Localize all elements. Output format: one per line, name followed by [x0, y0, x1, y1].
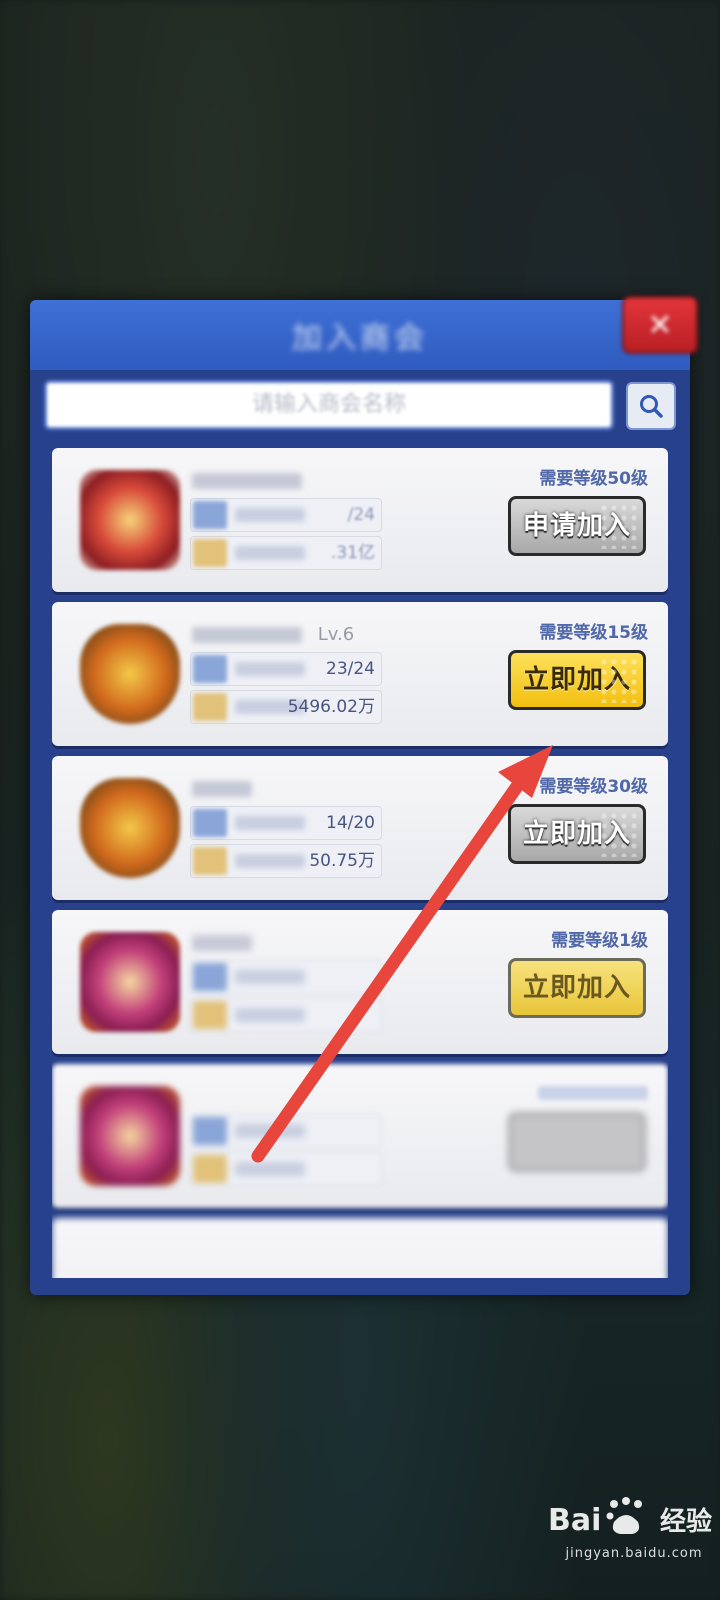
coin-badge-icon — [193, 1001, 227, 1029]
search-input[interactable]: 请输入商会名称 — [44, 380, 614, 430]
member-count: 23/24 — [190, 652, 382, 686]
join-guild-dialog: 加入商会 请输入商会名称 /24 .31亿 需要等级50级 申请加入 Lv.6 … — [30, 300, 690, 1295]
guild-name-line: Lv.6 — [192, 622, 392, 648]
search-icon — [640, 395, 663, 418]
member-badge-icon — [193, 501, 227, 529]
baidu-logo: Bai 经验 — [548, 1497, 712, 1538]
guild-name-line — [192, 468, 392, 494]
member-count — [190, 1114, 382, 1148]
join-now-button[interactable]: 立即加入 — [508, 804, 646, 864]
guild-card: Lv.6 23/24 5496.02万 需要等级15级 立即加入 — [52, 602, 668, 746]
guild-emblem — [80, 624, 180, 724]
guild-info: Lv.6 23/24 5496.02万 — [190, 622, 400, 732]
guild-name — [192, 473, 302, 489]
guild-assets: 50.75万 — [190, 844, 382, 878]
close-button[interactable]: ✕ — [622, 296, 698, 354]
join-now-button[interactable]: 立即加入 — [508, 958, 646, 1018]
guild-emblem — [80, 778, 180, 878]
search-button[interactable] — [626, 382, 676, 430]
level-requirement — [538, 1086, 648, 1100]
baidu-jingyan-watermark: Bai 经验 jingyan.baidu.com — [548, 1492, 720, 1578]
close-icon: ✕ — [647, 307, 673, 343]
level-requirement: 需要等级50级 — [539, 469, 648, 489]
guild-assets — [190, 998, 382, 1032]
guild-card: /24 .31亿 需要等级50级 申请加入 — [52, 448, 668, 592]
apply-join-button[interactable]: 申请加入 — [508, 496, 646, 556]
search-row: 请输入商会名称 — [44, 380, 676, 440]
guild-level: Lv.6 — [317, 624, 355, 645]
guild-list[interactable]: /24 .31亿 需要等级50级 申请加入 Lv.6 23/24 5496.02… — [52, 448, 668, 1278]
member-badge-icon — [193, 655, 227, 683]
guild-info — [190, 1084, 400, 1194]
guild-emblem — [80, 1086, 180, 1186]
guild-card: 14/20 50.75万 需要等级30级 立即加入 — [52, 756, 668, 900]
coin-badge-icon — [193, 693, 227, 721]
guild-name — [192, 935, 252, 951]
guild-card: 需要等级1级 立即加入 — [52, 910, 668, 1054]
dialog-header: 加入商会 — [30, 300, 690, 370]
guild-card — [52, 1064, 668, 1208]
guild-emblem — [80, 932, 180, 1032]
guild-info — [190, 930, 400, 1040]
member-count — [190, 960, 382, 994]
member-count: /24 — [190, 498, 382, 532]
coin-badge-icon — [193, 847, 227, 875]
join-now-button[interactable]: 立即加入 — [508, 650, 646, 710]
guild-assets — [190, 1152, 382, 1186]
guild-name-line — [192, 930, 392, 956]
guild-info: 14/20 50.75万 — [190, 776, 400, 886]
guild-card — [52, 1218, 668, 1278]
guild-name — [192, 781, 252, 797]
level-requirement: 需要等级15级 — [539, 623, 648, 643]
member-badge-icon — [193, 1117, 227, 1145]
level-requirement: 需要等级30级 — [539, 777, 648, 797]
coin-badge-icon — [193, 539, 227, 567]
guild-assets: .31亿 — [190, 536, 382, 570]
guild-info: /24 .31亿 — [190, 468, 400, 578]
level-requirement: 需要等级1级 — [551, 931, 648, 951]
member-badge-icon — [193, 809, 227, 837]
svg-text:Bai: Bai — [548, 1503, 601, 1538]
coin-badge-icon — [193, 1155, 227, 1183]
watermark-url: jingyan.baidu.com — [565, 1546, 703, 1561]
join-button[interactable] — [508, 1112, 646, 1172]
dialog-title: 加入商会 — [292, 321, 428, 356]
guild-emblem — [80, 470, 180, 570]
member-badge-icon — [193, 963, 227, 991]
guild-assets: 5496.02万 — [190, 690, 382, 724]
svg-text:经验: 经验 — [660, 1506, 712, 1537]
guild-name — [192, 627, 302, 643]
member-count: 14/20 — [190, 806, 382, 840]
guild-name-line — [192, 776, 392, 802]
